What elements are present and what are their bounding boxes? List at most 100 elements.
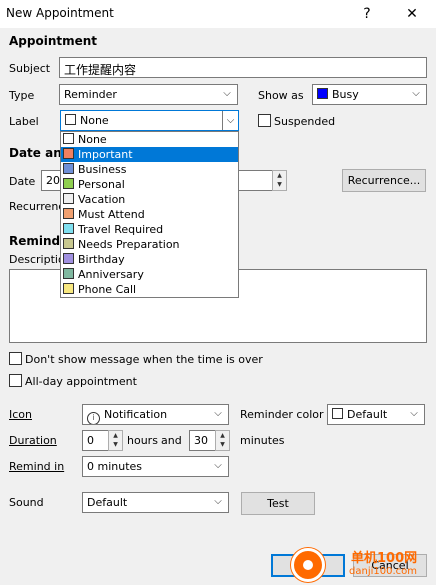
- date-spinner[interactable]: ▲ ▼: [272, 170, 287, 191]
- test-button[interactable]: Test: [241, 492, 315, 515]
- sound-label: Sound: [9, 496, 44, 509]
- spin-up-icon: ▲: [113, 432, 118, 439]
- icon-label: Icon: [9, 408, 32, 421]
- suspended-label: Suspended: [274, 115, 336, 128]
- recurrence-button[interactable]: Recurrence...: [342, 169, 426, 192]
- remind-in-value: 0 minutes: [87, 460, 143, 473]
- all-day-checkbox[interactable]: [9, 374, 22, 387]
- label-option-text: Needs Preparation: [78, 238, 180, 251]
- subject-label: Subject: [9, 62, 51, 75]
- label-option-color-swatch: [63, 178, 74, 189]
- reminder-color-select[interactable]: Default ⌵: [327, 404, 425, 425]
- spin-down-icon: ▼: [277, 181, 282, 188]
- remind-in-select[interactable]: 0 minutes ⌵: [82, 456, 229, 477]
- appointment-header: Appointment: [9, 34, 98, 48]
- chevron-down-icon: ⌵: [214, 496, 222, 507]
- label-option-color-swatch: [63, 283, 74, 294]
- info-icon: i: [87, 412, 100, 424]
- reminder-color-swatch: [332, 408, 343, 419]
- spin-down-icon: ▼: [220, 441, 225, 448]
- label-option[interactable]: Birthday: [61, 252, 238, 267]
- minutes-input[interactable]: 30: [189, 430, 216, 451]
- chevron-down-icon: ⌵: [410, 408, 418, 419]
- minutes-spinner[interactable]: ▲ ▼: [215, 430, 230, 451]
- label-option-text: None: [78, 133, 107, 146]
- dont-show-label: Don't show message when the time is over: [25, 353, 263, 366]
- label-option-text: Phone Call: [78, 283, 137, 296]
- label-option[interactable]: None: [61, 132, 238, 147]
- label-option-color-swatch: [63, 268, 74, 279]
- label-option-text: Must Attend: [78, 208, 145, 221]
- label-option[interactable]: Needs Preparation: [61, 237, 238, 252]
- reminder-color-value: Default: [347, 408, 388, 421]
- label-option[interactable]: Must Attend: [61, 207, 238, 222]
- dont-show-checkbox[interactable]: [9, 352, 22, 365]
- watermark-text: 单机100网: [351, 551, 418, 566]
- label-option-text: Birthday: [78, 253, 125, 266]
- chevron-down-icon: ⌵: [412, 88, 420, 99]
- icon-value: Notification: [104, 408, 168, 421]
- hours-label: hours: [127, 434, 158, 447]
- label-option-color-swatch: [63, 223, 74, 234]
- label-option-color-swatch: [63, 148, 74, 159]
- label-option-text: Personal: [78, 178, 125, 191]
- label-option-color-swatch: [63, 208, 74, 219]
- close-button[interactable]: ✕: [398, 3, 426, 25]
- reminder-color-label: Reminder color: [240, 408, 324, 421]
- label-option-color-swatch: [63, 253, 74, 264]
- show-as-color-swatch: [317, 88, 328, 99]
- label-option-text: Anniversary: [78, 268, 144, 281]
- chevron-down-icon: ⌵: [214, 460, 222, 471]
- watermark-logo: [291, 548, 325, 582]
- and-label: and: [161, 434, 182, 447]
- label-option-color-swatch: [63, 238, 74, 249]
- minutes-label: minutes: [240, 434, 285, 447]
- chevron-down-icon: ⌵: [214, 408, 222, 419]
- label-option[interactable]: Travel Required: [61, 222, 238, 237]
- label-option[interactable]: Anniversary: [61, 267, 238, 282]
- chevron-down-icon: ⌵: [222, 111, 238, 130]
- label-option[interactable]: Phone Call: [61, 282, 238, 297]
- chevron-down-icon: ⌵: [223, 88, 231, 99]
- watermark-url: danji100.com: [349, 566, 417, 577]
- spin-up-icon: ▲: [220, 432, 225, 439]
- all-day-label: All-day appointment: [25, 375, 137, 388]
- label-select[interactable]: None ⌵: [60, 110, 239, 131]
- watermark-logo-dot: [303, 560, 313, 570]
- label-color-swatch: [65, 114, 76, 125]
- label-option-text: Vacation: [78, 193, 126, 206]
- sound-value: Default: [87, 496, 128, 509]
- label-option-color-swatch: [63, 133, 74, 144]
- duration-label: Duration: [9, 434, 57, 447]
- label-option[interactable]: Important: [61, 147, 238, 162]
- type-label: Type: [9, 89, 35, 102]
- sound-select[interactable]: Default ⌵: [82, 492, 229, 513]
- show-as-value: Busy: [332, 88, 359, 101]
- label-option[interactable]: Vacation: [61, 192, 238, 207]
- label-option[interactable]: Business: [61, 162, 238, 177]
- label-option-text: Travel Required: [78, 223, 164, 236]
- show-as-select[interactable]: Busy ⌵: [312, 84, 427, 105]
- spin-down-icon: ▼: [113, 441, 118, 448]
- spin-up-icon: ▲: [277, 172, 282, 179]
- label-value: None: [80, 114, 109, 127]
- hours-input[interactable]: 0: [82, 430, 109, 451]
- label-option-color-swatch: [63, 163, 74, 174]
- type-value: Reminder: [64, 88, 117, 101]
- label-option-color-swatch: [63, 193, 74, 204]
- hours-spinner[interactable]: ▲ ▼: [108, 430, 123, 451]
- label-option[interactable]: Personal: [61, 177, 238, 192]
- label-option-text: Important: [78, 148, 133, 161]
- label-option-text: Business: [78, 163, 127, 176]
- remind-in-label: Remind in: [9, 460, 65, 473]
- suspended-checkbox[interactable]: [258, 114, 271, 127]
- window-title: New Appointment: [6, 6, 114, 20]
- label-label: Label: [9, 115, 39, 128]
- icon-select[interactable]: i Notification ⌵: [82, 404, 229, 425]
- label-dropdown-list: None Important Business Personal Vacation Mus…: [60, 131, 239, 298]
- show-as-label: Show as: [258, 89, 304, 102]
- subject-input[interactable]: 工作提醒内容: [59, 57, 427, 78]
- date-label: Date: [9, 175, 36, 188]
- help-button[interactable]: ?: [353, 3, 381, 25]
- type-select[interactable]: Reminder ⌵: [59, 84, 238, 105]
